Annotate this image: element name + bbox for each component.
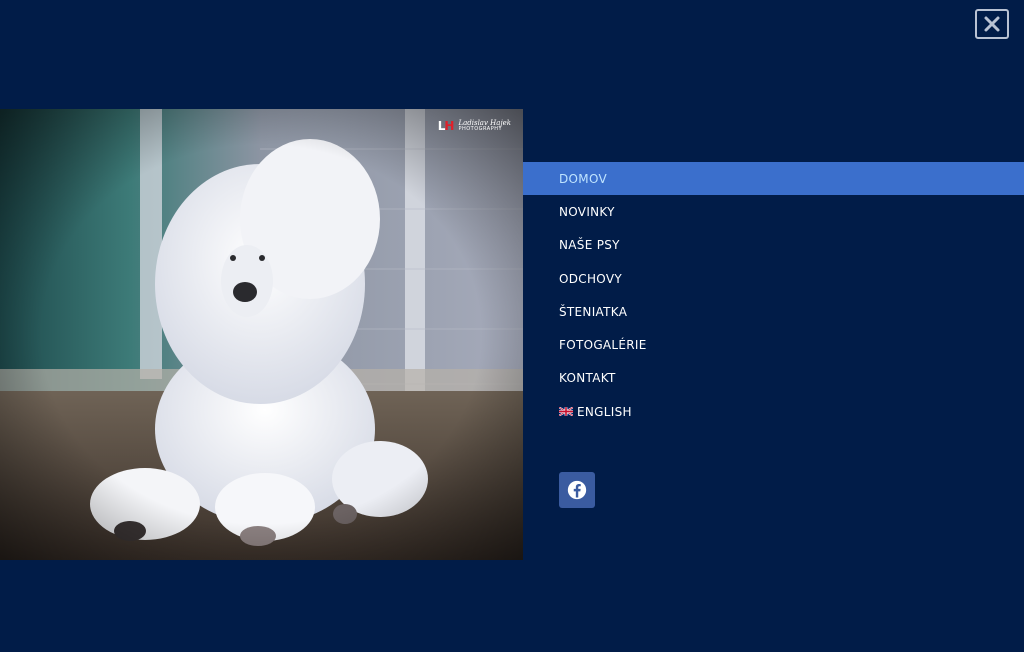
nav-item-label: DOMOV (559, 171, 607, 186)
menu-overlay: L H Ladislav Hajek PHOTOGRAPHY DOMOV NOV… (0, 0, 1024, 652)
nav-item-kontakt[interactable]: KONTAKT (523, 362, 1024, 395)
nav-item-english[interactable]: ENGLISH (523, 395, 1024, 428)
facebook-button[interactable] (559, 472, 595, 508)
nav-item-label: ŠTENIATKA (559, 304, 628, 319)
nav-item-novinky[interactable]: NOVINKY (523, 195, 1024, 228)
watermark-h: H (444, 119, 455, 133)
photographer-watermark: L H Ladislav Hajek PHOTOGRAPHY (438, 119, 511, 133)
nav-item-domov[interactable]: DOMOV (523, 162, 1024, 196)
nav-item-label: ENGLISH (577, 404, 632, 419)
nav-item-odchovy[interactable]: ODCHOVY (523, 262, 1024, 295)
nav-item-label: ODCHOVY (559, 271, 622, 286)
nav-item-steniatka[interactable]: ŠTENIATKA (523, 295, 1024, 328)
poodle-photo: L H Ladislav Hajek PHOTOGRAPHY (0, 109, 523, 560)
close-icon (984, 16, 1000, 32)
watermark-subtitle: PHOTOGRAPHY (458, 126, 503, 132)
facebook-icon (567, 480, 587, 500)
nav-item-label: NOVINKY (559, 204, 615, 219)
close-button[interactable] (975, 9, 1009, 39)
nav-item-fotogalerie[interactable]: FOTOGALÉRIE (523, 328, 1024, 361)
main-navigation: DOMOV NOVINKY NAŠE PSY ODCHOVY ŠTENIATKA… (523, 162, 1024, 428)
nav-item-label: NAŠE PSY (559, 238, 620, 253)
nav-item-label: KONTAKT (559, 371, 616, 386)
uk-flag-icon (559, 407, 573, 417)
poodle-image (0, 109, 523, 560)
nav-item-nase-psy[interactable]: NAŠE PSY (523, 229, 1024, 262)
nav-item-label: FOTOGALÉRIE (559, 338, 647, 353)
